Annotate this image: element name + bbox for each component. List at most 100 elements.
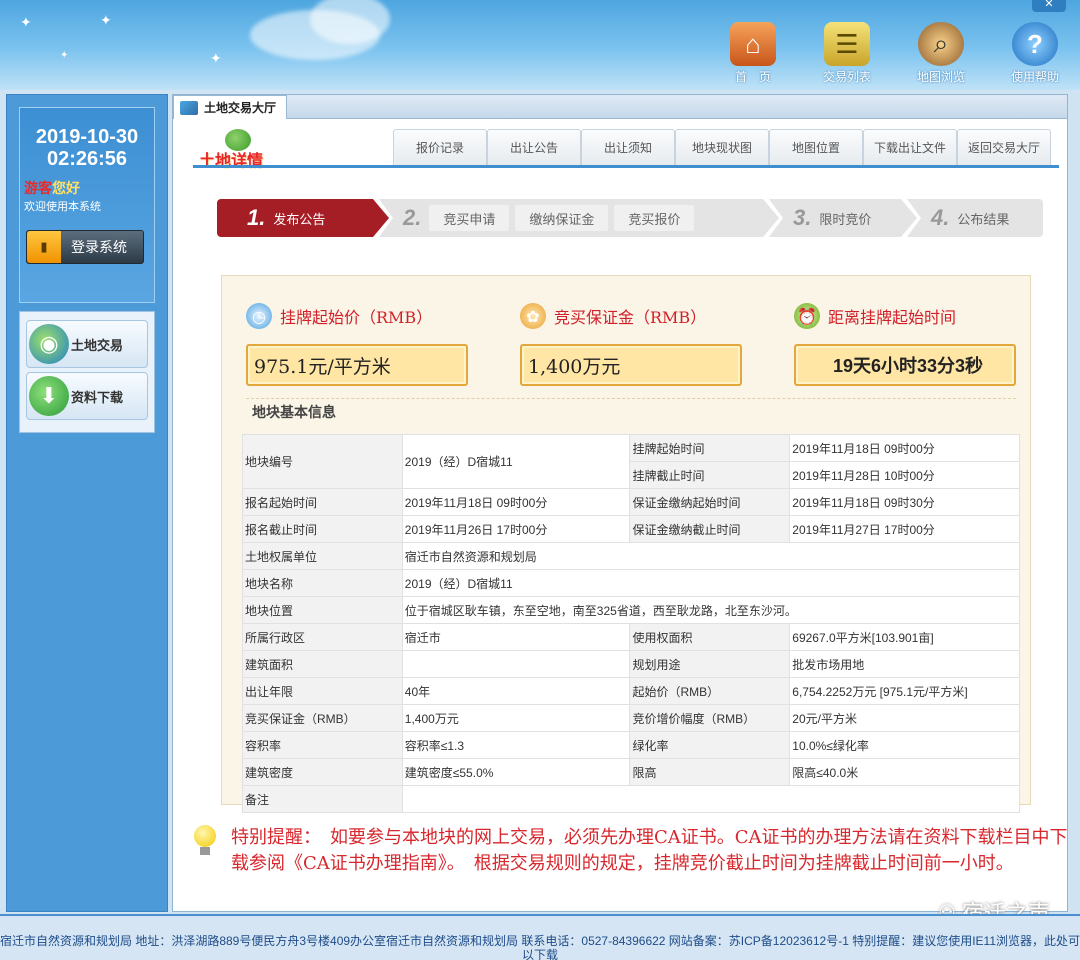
- main-panel: 土地交易大厅 土地详情 报价记录 出让公告 出让须知 地块现状图 地图位置 下载…: [172, 94, 1068, 912]
- table-cell-key: 竞买保证金（RMB）: [242, 704, 403, 732]
- table-cell-value: 1,400万元: [401, 704, 631, 732]
- nav-help-label: 使用帮助: [1010, 70, 1059, 84]
- step-result: 4. 公布结果: [907, 199, 1043, 237]
- table-cell-value: 建筑密度≤55.0%: [401, 758, 631, 786]
- star-decoration: ✦: [60, 50, 69, 61]
- step-label: 限时竞价: [819, 211, 872, 227]
- coins-icon: ✿: [520, 303, 546, 329]
- table-cell-key: 备注: [242, 785, 403, 813]
- reminder-text: 特别提醒： 如要参与本地块的网上交易，必须先办理CA证书。CA证书的办理方法请在…: [231, 827, 1068, 874]
- sidebar-item-land-trade[interactable]: ◉ 土地交易: [26, 320, 148, 368]
- globe-icon: ◉: [29, 324, 69, 364]
- tab-icon: [180, 100, 198, 115]
- current-time: 02:26:56: [46, 148, 128, 170]
- subtab-map-location[interactable]: 地图位置: [769, 129, 863, 165]
- login-button[interactable]: ▮ 登录系统: [26, 230, 144, 264]
- table-row: 地块名称 2019（经）D宿城11: [242, 569, 1021, 597]
- table-cell-value: 2019年11月27日 17时00分: [789, 515, 1020, 543]
- table-cell-key: 报名起始时间: [242, 488, 403, 516]
- table-row: 报名截止时间 2019年11月26日 17时00分 保证金缴纳截止时间 2019…: [242, 515, 1020, 543]
- table-row: 土地权属单位 宿迁市自然资源和规划局: [242, 542, 1021, 570]
- sidebar-item-label: 土地交易: [71, 337, 124, 353]
- countdown-heading: ⏰ 距离挂牌起始时间: [794, 302, 1016, 330]
- start-price-label: 挂牌起始价（RMB）: [280, 308, 433, 327]
- nav-map-browse-label: 地图浏览: [916, 70, 965, 84]
- detail-header: 土地详情 报价记录 出让公告 出让须知 地块现状图 地图位置 下载出让文件 返回…: [193, 129, 1059, 171]
- countdown-value: 19天6小时33分3秒: [794, 344, 1016, 386]
- list-icon: ☰: [824, 22, 870, 66]
- table-cell-value: 2019年11月26日 17时00分: [401, 515, 631, 543]
- table-row: 地块位置 位于宿城区耿车镇，东至空地，南至325省道，西至耿龙路，北至东沙河。: [242, 596, 1021, 624]
- table-cell-value: 2019年11月18日 09时00分: [789, 434, 1020, 462]
- subtab-download-docs[interactable]: 下载出让文件: [863, 129, 957, 165]
- welcome-text: 欢迎使用本系统: [24, 201, 101, 213]
- top-navigation: ⌂ 首 页 ☰ 交易列表 ⌕ 地图浏览 ? 使用帮助: [718, 22, 1070, 85]
- star-decoration: ✦: [210, 50, 222, 66]
- subtab-notice[interactable]: 出让须知: [581, 129, 675, 165]
- table-cell-key: 使用权面积: [629, 623, 791, 651]
- table-cell-value: 10.0%≤绿化率: [789, 731, 1020, 759]
- sidebar-item-label: 资料下载: [71, 389, 124, 405]
- tab-land-trading-hall[interactable]: 土地交易大厅: [173, 95, 288, 119]
- table-row: 地块编号 2019（经）D宿城11 挂牌起始时间 2019年11月18日 09时…: [242, 434, 1020, 489]
- close-icon[interactable]: ✕: [1032, 0, 1066, 12]
- subtab-bid-records[interactable]: 报价记录: [393, 129, 487, 165]
- start-price-value: 975.1元/平方米: [246, 344, 468, 386]
- map-magnifier-icon: ⌕: [918, 22, 964, 66]
- land-info-box: ◷ 挂牌起始价（RMB） 975.1元/平方米 ✿ 竞买保证金（RMB） 1,4…: [221, 275, 1031, 813]
- alarm-clock-icon: ⏰: [794, 303, 820, 329]
- star-decoration: ✦: [100, 12, 112, 28]
- table-cell-value: 40年: [401, 677, 631, 705]
- table-cell-key: 保证金缴纳截止时间: [629, 515, 791, 543]
- subtab-back-to-hall[interactable]: 返回交易大厅: [957, 129, 1051, 165]
- login-icon: ▮: [27, 231, 61, 263]
- subtab-announcement[interactable]: 出让公告: [487, 129, 581, 165]
- table-row: 出让年限 40年 起始价（RMB） 6,754.2252万元 [975.1元/平…: [242, 677, 1020, 705]
- table-cell-key: 限高: [629, 758, 791, 786]
- countdown-summary: ⏰ 距离挂牌起始时间 19天6小时33分3秒: [794, 302, 1016, 392]
- lightbulb-icon: [191, 825, 219, 859]
- nav-home[interactable]: ⌂ 首 页: [718, 22, 788, 85]
- summary-row: ◷ 挂牌起始价（RMB） 975.1元/平方米 ✿ 竞买保证金（RMB） 1,4…: [246, 302, 1016, 392]
- step-number: 3.: [793, 205, 812, 230]
- table-cell-value: 20元/平方米: [789, 704, 1020, 732]
- table-row: 备注: [242, 785, 1021, 813]
- table-cell-value: 2019年11月18日 09时00分: [401, 488, 631, 516]
- nav-map-browse[interactable]: ⌕ 地图浏览: [906, 22, 976, 85]
- nav-trade-list[interactable]: ☰ 交易列表: [812, 22, 882, 85]
- land-info-table: 地块编号 2019（经）D宿城11 挂牌起始时间 2019年11月18日 09时…: [242, 434, 1021, 813]
- step-timed-bidding: 3. 限时竞价: [769, 199, 917, 237]
- table-row: 所属行政区 宿迁市 使用权面积 69267.0平方米[103.901亩]: [242, 623, 1020, 651]
- home-icon: ⌂: [730, 22, 776, 66]
- table-cell-key: 地块编号: [242, 434, 403, 489]
- nav-trade-list-label: 交易列表: [822, 70, 871, 84]
- nav-home-label: 首 页: [734, 70, 771, 84]
- step-label: 公布结果: [957, 211, 1010, 227]
- progress-steps: 1. 发布公告 2. 竞买申请 缴纳保证金 竞买报价 3. 限时竞价 4. 公布…: [217, 199, 1043, 237]
- table-cell-key: 挂牌截止时间: [629, 461, 791, 489]
- left-sidebar: 2019-10-30 02:26:56 游客您好 欢迎使用本系统 ▮ 登录系统 …: [6, 94, 168, 912]
- table-row: 容积率 容积率≤1.3 绿化率 10.0%≤绿化率: [242, 731, 1020, 759]
- deposit-heading: ✿ 竞买保证金（RMB）: [520, 302, 742, 330]
- table-row: 竞买保证金（RMB） 1,400万元 竞价增价幅度（RMB） 20元/平方米: [242, 704, 1020, 732]
- table-cell-key: 挂牌起始时间: [629, 434, 791, 462]
- table-cell-key: 起始价（RMB）: [629, 677, 791, 705]
- table-cell-value: 6,754.2252万元 [975.1元/平方米]: [789, 677, 1020, 705]
- table-cell-key: 容积率: [242, 731, 403, 759]
- nav-help[interactable]: ? 使用帮助: [1000, 22, 1070, 85]
- help-icon: ?: [1012, 22, 1058, 66]
- footer: 宿迁市自然资源和规划局 地址：洪泽湖路889号便民方舟3号楼409办公室宿迁市自…: [0, 914, 1080, 960]
- table-cell-key: 建筑面积: [242, 650, 403, 678]
- current-date: 2019-10-30: [35, 126, 139, 148]
- step-number: 2.: [403, 205, 422, 230]
- table-cell-value: 位于宿城区耿车镇，东至空地，南至325省道，西至耿龙路，北至东沙河。: [401, 596, 1021, 624]
- table-cell-value: 69267.0平方米[103.901亩]: [789, 623, 1020, 651]
- table-cell-key: 规划用途: [629, 650, 791, 678]
- table-cell-key: 地块位置: [242, 596, 403, 624]
- subtab-status-map[interactable]: 地块现状图: [675, 129, 769, 165]
- table-cell-value: 2019（经）D宿城11: [401, 569, 1021, 597]
- sidebar-item-download[interactable]: ⬇ 资料下载: [26, 372, 148, 420]
- step-sub-apply: 竞买申请: [429, 205, 509, 231]
- deposit-value: 1,400万元: [520, 344, 742, 386]
- table-cell-key: 报名截止时间: [242, 515, 403, 543]
